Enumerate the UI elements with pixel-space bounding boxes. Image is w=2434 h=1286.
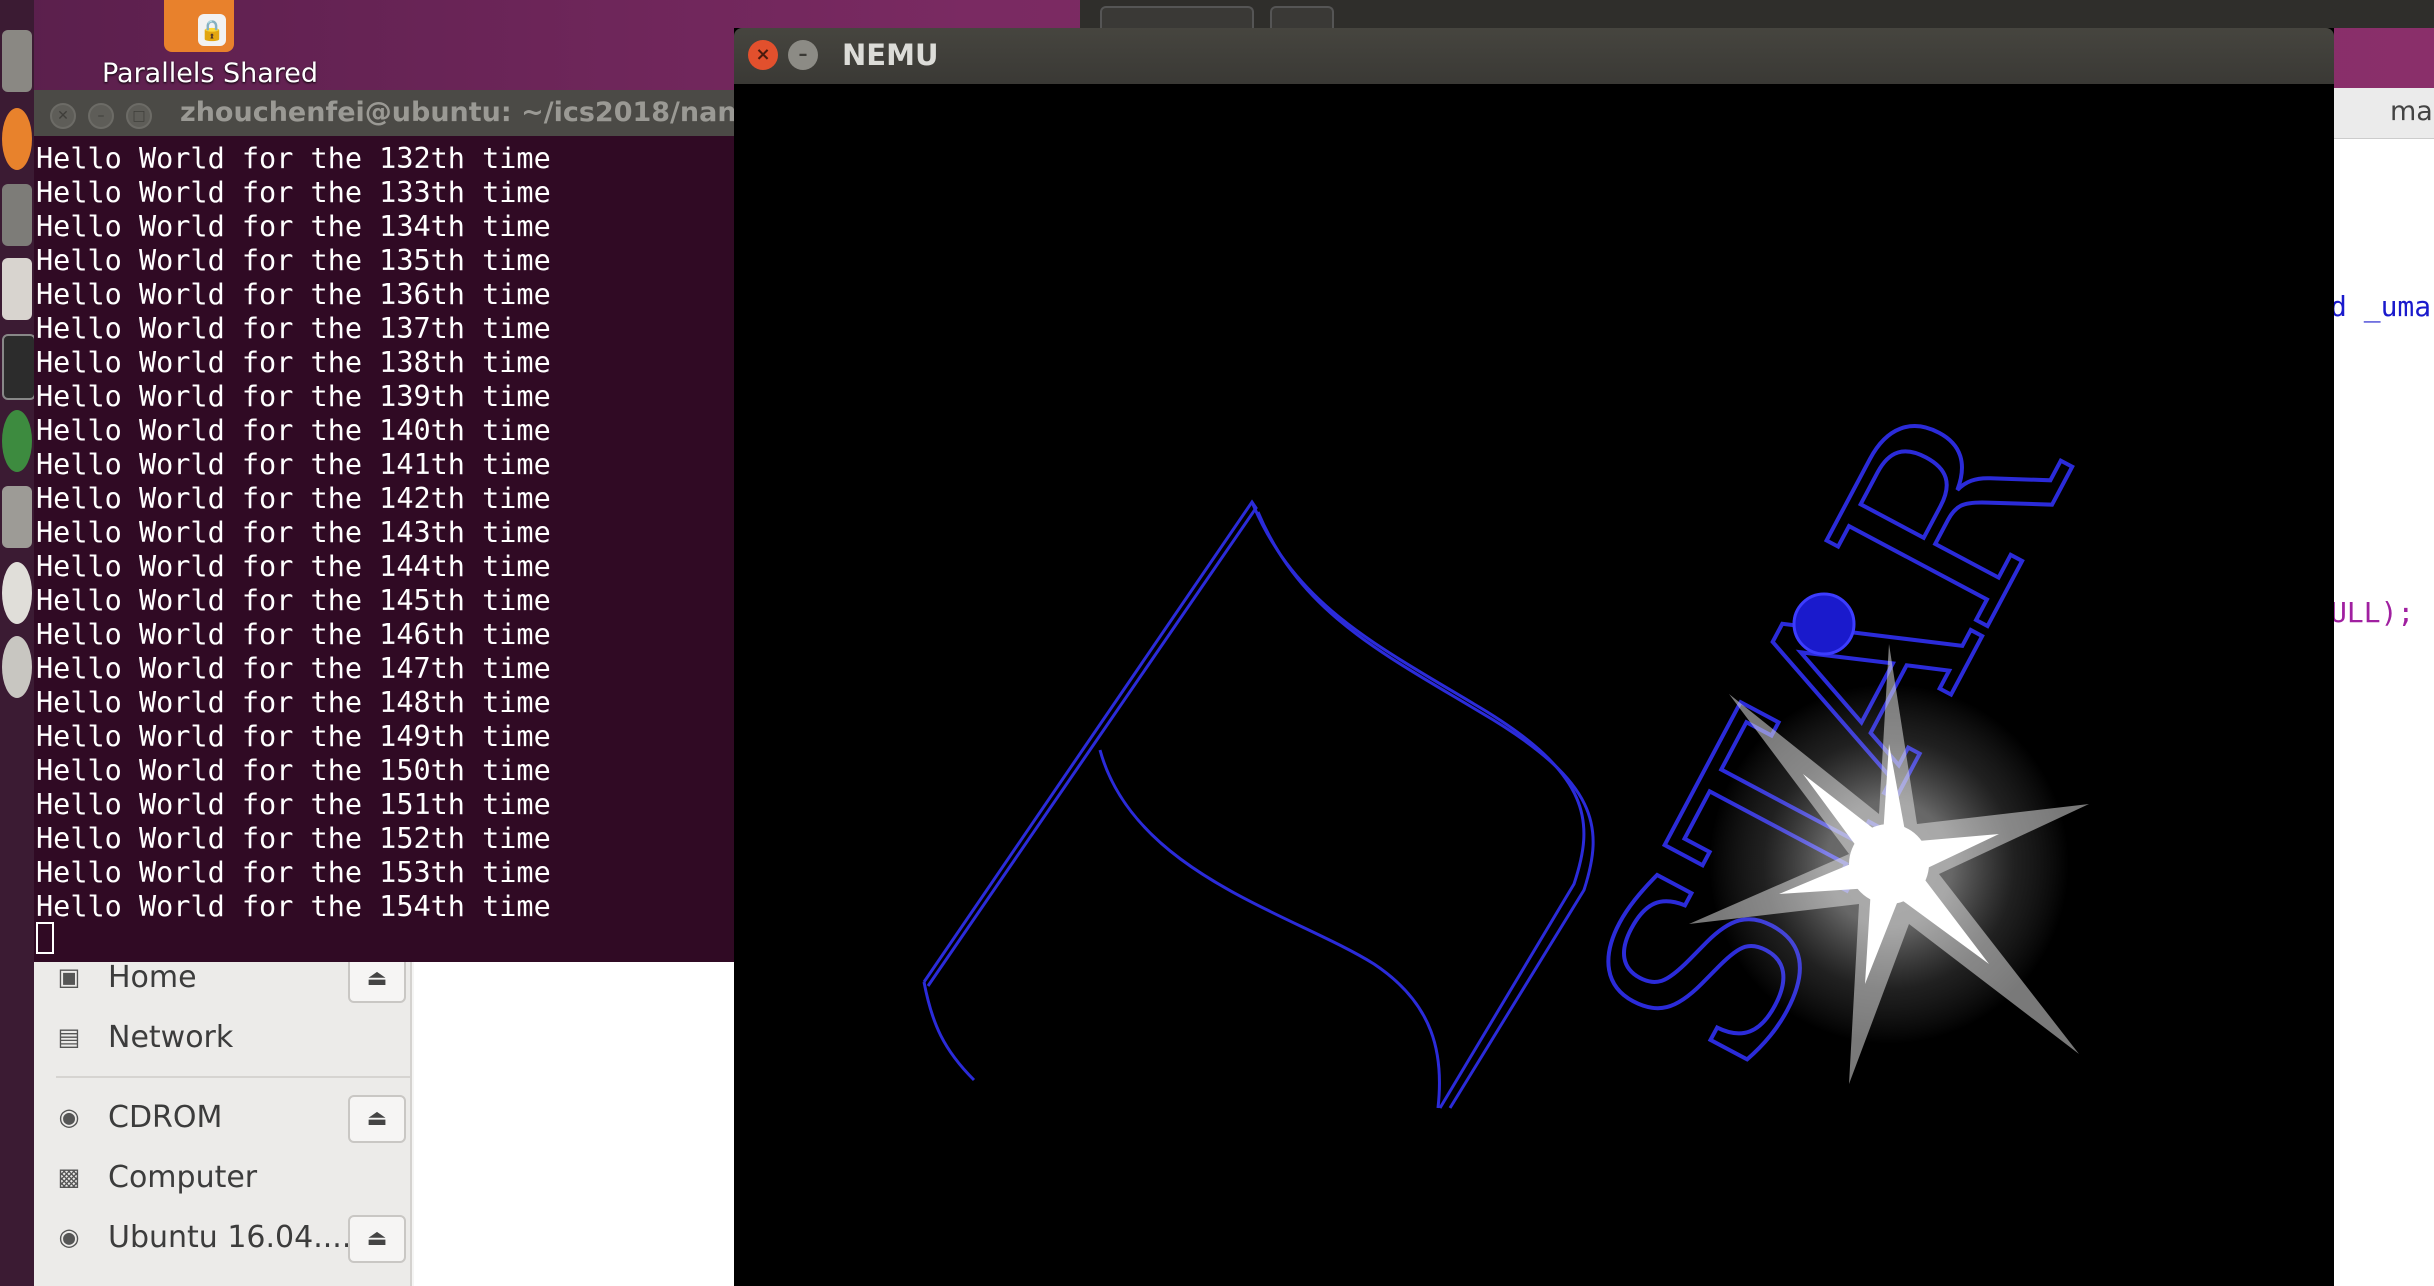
flag-drawing [922,499,1595,1109]
eject-icon[interactable]: ⏏ [348,1095,406,1143]
terminal-line: Hello World for the 143th time [36,516,551,549]
minimize-icon[interactable]: – [788,40,818,70]
terminal-title: zhouchenfei@ubuntu: ~/ics2018/nano [180,97,740,128]
files-main-area [414,940,779,1286]
terminal-line: Hello World for the 134th time [36,210,551,243]
files-sidebar: ▣ Home ⏏ ▤ Network ◉ CDROM ⏏ ▩ Computer … [34,940,412,1286]
texteditor-icon[interactable] [2,258,32,320]
terminal-line: Hello World for the 153th time [36,856,551,889]
trash-icon[interactable] [2,486,32,548]
launcher [0,0,36,1286]
terminal-line: Hello World for the 133th time [36,176,551,209]
sidebar-item-label: Computer [108,1160,258,1195]
terminal-line: Hello World for the 147th time [36,652,551,685]
dvd-icon[interactable] [2,562,32,624]
nemu-title: NEMU [842,38,939,72]
eject-icon[interactable]: ⏏ [348,955,406,1003]
sidebar-item-network[interactable]: ▤ Network [56,1012,410,1062]
disc-icon[interactable] [2,636,32,698]
libreoffice-icon[interactable] [2,410,32,472]
terminal-line: Hello World for the 141th time [36,448,551,481]
terminal-line: Hello World for the 136th time [36,278,551,311]
editor-tab-bar: ma [2330,88,2434,139]
settings-icon[interactable] [2,184,32,246]
nemu-screen[interactable]: STAR [734,84,2334,1286]
terminal-line: Hello World for the 140th time [36,414,551,447]
sidebar-item-cdrom[interactable]: ◉ CDROM ⏏ [56,1092,410,1143]
disc-icon: ◉ [58,1223,80,1251]
network-icon: ▤ [57,1023,81,1051]
files-app-icon[interactable] [2,30,32,92]
sidebar-divider [56,1076,410,1078]
terminal-line: Hello World for the 149th time [36,720,551,753]
terminal-line: Hello World for the 151th time [36,788,551,821]
eject-icon[interactable]: ⏏ [348,1215,406,1263]
terminal-line: Hello World for the 142th time [36,482,551,515]
background-window-titlebar [1080,0,2434,30]
lock-icon: 🔒 [198,14,226,46]
nemu-window[interactable]: × – NEMU STAR [734,28,2334,1286]
background-tab-button[interactable] [1270,6,1334,30]
terminal-line: Hello World for the 144th time [36,550,551,583]
terminal-line: Hello World for the 137th time [36,312,551,345]
sidebar-item-label: CDROM [108,1100,223,1135]
terminal-window[interactable]: ✕ – □ zhouchenfei@ubuntu: ~/ics2018/nano… [34,90,740,962]
files-window: ▣ Home ⏏ ▤ Network ◉ CDROM ⏏ ▩ Computer … [34,940,779,1286]
nemu-titlebar[interactable]: × – NEMU [734,28,2334,84]
disc-icon: ◉ [58,1103,80,1131]
editor-tab-label[interactable]: ma [2390,96,2433,127]
terminal-line: Hello World for the 148th time [36,686,551,719]
terminal-line: Hello World for the 154th time [36,890,551,923]
minimize-icon[interactable]: – [88,103,114,129]
terminal-line: Hello World for the 146th time [36,618,551,651]
desktop-icon-label: Parallels Shared [101,58,319,89]
terminal-icon[interactable] [2,334,36,400]
home-icon: ▣ [57,963,81,991]
terminal-line: Hello World for the 145th time [36,584,551,617]
terminal-line: Hello World for the 152th time [36,822,551,855]
firefox-icon[interactable] [2,108,32,170]
terminal-line: Hello World for the 135th time [36,244,551,277]
computer-icon: ▩ [57,1163,81,1191]
code-line: d _uma [2330,290,2432,323]
sidebar-item-label: Home [108,960,197,995]
terminal-line: Hello World for the 150th time [36,754,551,787]
sidebar-item-label: Ubuntu 16.04.... [108,1220,352,1255]
sidebar-item-label: Network [108,1020,234,1055]
terminal-line: Hello World for the 132th time [36,142,551,175]
terminal-line: Hello World for the 138th time [36,346,551,379]
sidebar-item-ubuntu[interactable]: ◉ Ubuntu 16.04.... ⏏ [56,1212,410,1263]
background-tab[interactable] [1100,6,1254,30]
terminal-titlebar[interactable]: ✕ – □ zhouchenfei@ubuntu: ~/ics2018/nano [34,90,740,136]
code-editor-window: ma d _uma ULL); [2330,88,2434,1286]
close-icon[interactable]: × [748,40,778,70]
terminal-line: Hello World for the 139th time [36,380,551,413]
terminal-cursor [36,922,54,954]
registered-mark-icon [1792,592,1856,656]
code-line: ULL); [2330,596,2415,629]
close-icon[interactable]: ✕ [50,103,76,129]
terminal-output: Hello World for the 132th time Hello Worl… [36,142,551,924]
maximize-icon[interactable]: □ [126,103,152,129]
sidebar-item-computer[interactable]: ▩ Computer [56,1152,410,1202]
desktop-shared-folder[interactable]: 🔒 Parallels Shared [90,0,330,90]
